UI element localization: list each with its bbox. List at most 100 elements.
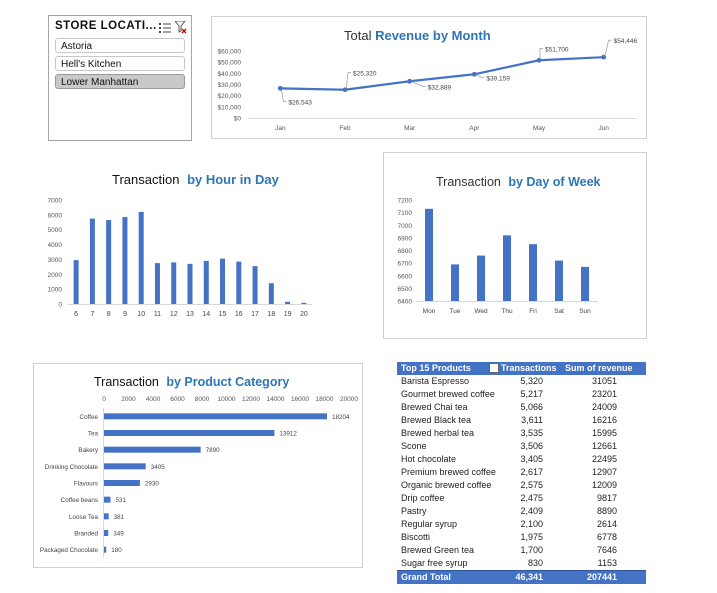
hour-bar [122,217,128,304]
revenue-data-label: $39,159 [486,75,510,82]
table-cell-product: Brewed Chai tea [401,402,468,412]
day-x-tick: Sat [554,308,564,315]
clear-filter-icon[interactable] [175,21,187,34]
svg-text:Transaction by Product Categor: Transaction by Product Category [94,375,289,389]
table-cell-transactions: 830 [527,558,543,568]
category-y-tick: Loose Tea [69,514,98,521]
revenue-label-leader [475,74,485,78]
svg-text:Total Revenue by Month: Total Revenue by Month [344,28,491,43]
table-cell-transactions: 3,611 [521,415,543,425]
hour-bar [106,220,112,304]
table-cell-revenue: 15995 [591,428,617,438]
table-cell-product: Scone [401,441,427,451]
table-cell-transactions: 5,320 [520,376,543,386]
slicer-item-astoria[interactable]: Astoria [55,38,185,53]
table-cell-product: Regular syrup [401,519,458,529]
revenue-point [277,85,283,91]
table-header-product: Top 15 Products [401,363,471,373]
hour-bar [203,260,209,304]
revenue-y-tick: $10,000 [218,104,242,111]
slicer-title: STORE LOCATI... [55,20,157,32]
revenue-data-label: $26,543 [288,99,312,106]
filter-dropdown-icon[interactable] [489,363,499,373]
category-y-tick: Branded [74,531,98,538]
hour-x-tick: 15 [219,311,227,318]
table-row: Drip coffee 2,475 9817 [397,492,646,505]
day-y-tick: 6700 [398,261,413,268]
table-total-row: Grand Total 46,341 207441 [397,570,646,584]
category-bar [104,496,111,503]
category-chart-title-accent: by Product Category [166,375,289,389]
revenue-by-month-chart: Total Revenue by Month $0 $10,000 $20,000 $… [211,16,647,139]
revenue-y-tick: $50,000 [218,60,242,67]
table-cell-revenue: 2614 [596,519,617,529]
hour-y-tick: 7000 [48,198,62,205]
category-bar [104,530,109,536]
table-cell-revenue: 12661 [591,441,617,451]
category-data-label: 3405 [151,464,166,471]
category-data-label: 18204 [332,414,350,421]
slicer-item-lower-manhattan[interactable]: Lower Manhattan [55,74,185,89]
transaction-by-hour-chart: Transaction by Hour in Day 0 1000 2000 3000… [48,160,334,326]
revenue-x-tick: May [533,125,546,132]
table-cell-transactions: 2,100 [520,519,543,529]
category-y-tick: Flavours [74,481,98,488]
day-x-tick: Fri [529,308,537,315]
day-bar-chart-svg: Transaction by Day of Week 6400 6500 6600 6… [398,175,601,315]
category-x-tick: 2000 [121,396,136,403]
day-y-tick: 7200 [398,198,413,205]
day-bar [581,266,589,301]
day-x-tick: Sun [579,308,591,315]
table-cell-transactions: 2,409 [520,506,543,516]
total-label: Grand Total [401,572,451,582]
revenue-point [471,71,477,77]
hour-x-tick: 10 [137,311,145,318]
table-cell-revenue: 31051 [591,376,617,386]
category-x-tick: 8000 [195,396,210,403]
table-cell-product: Pastry [401,506,427,516]
hour-x-tick: 11 [154,311,161,318]
transaction-by-category-chart: Transaction by Product Category 0 2000 400… [33,363,363,568]
table-cell-transactions: 3,506 [520,441,543,451]
revenue-x-tick: Mar [404,125,416,132]
table-row: Brewed herbal tea 3,535 15995 [397,427,646,440]
category-bar-chart-svg: Transaction by Product Category 0 2000 400… [40,375,358,558]
category-data-label: 381 [114,514,125,521]
table-cell-revenue: 24009 [591,402,617,412]
category-x-tick: 14000 [266,396,284,403]
revenue-label-leader [410,80,426,87]
revenue-y-tick: $60,000 [218,49,242,56]
hour-bar-chart-svg: Transaction by Hour in Day 0 1000 2000 3000… [48,172,312,318]
revenue-y-tick: $40,000 [218,71,242,78]
table-cell-transactions: 3,405 [520,454,543,464]
table-cell-transactions: 5,217 [520,389,543,399]
table-cell-product: Sugar free syrup [401,558,468,568]
table-cell-transactions: 1,700 [520,545,543,555]
day-bar [425,208,433,301]
day-bar [529,244,537,301]
table-cell-revenue: 12009 [591,480,617,490]
day-y-tick: 6800 [398,248,413,255]
category-bar [104,480,140,486]
hour-x-tick: 9 [123,311,127,318]
category-y-tick: Bakery [78,447,98,454]
revenue-data-label: $32,889 [428,84,452,91]
total-transactions: 46,341 [515,572,543,582]
table-cell-product: Premium brewed coffee [401,467,496,477]
slicer-item-hells-kitchen[interactable]: Hell's Kitchen [55,56,185,71]
hour-x-tick: 18 [267,311,275,318]
hour-x-tick: 20 [300,311,308,318]
revenue-x-tick: Apr [469,125,480,132]
category-chart-title-prefix: Transaction [94,375,162,389]
revenue-label-leader [345,72,351,90]
table-header-transactions: Transactions [501,363,557,373]
table-cell-product: Barista Espresso [401,376,470,386]
hour-bar [171,262,177,304]
multi-select-icon[interactable] [159,22,171,34]
category-x-tick: 18000 [315,396,333,403]
svg-text:Transaction by Day of Week: Transaction by Day of Week [436,175,601,189]
table-cell-revenue: 23201 [591,389,617,399]
hour-x-tick: 13 [186,311,194,318]
table-row: Organic brewed coffee 2,575 12009 [397,479,646,492]
hour-bar [252,266,258,304]
